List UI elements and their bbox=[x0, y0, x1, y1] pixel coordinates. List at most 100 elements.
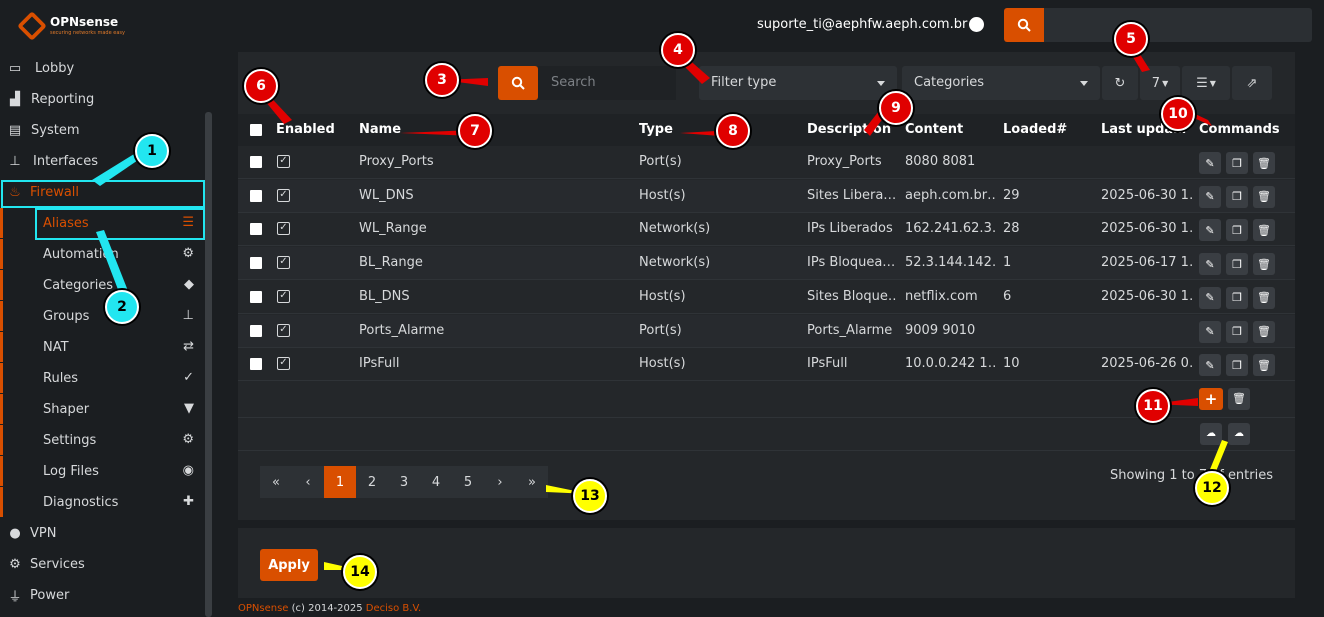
sidebar-subitem-rules[interactable]: Rules ✓ bbox=[0, 363, 204, 393]
cloud-download-icon: ☁ bbox=[1206, 428, 1216, 439]
sidebar-subitem-groups[interactable]: Groups ⊥ bbox=[0, 301, 204, 331]
table-row[interactable]: ✓ WL_Range Network(s) IPs Liberados 162.241.… bbox=[238, 213, 1295, 247]
page-button[interactable]: » bbox=[516, 466, 548, 498]
sidebar-item-lobby[interactable]: ▭ Lobby bbox=[0, 53, 204, 83]
top-search-input[interactable] bbox=[1044, 8, 1312, 42]
delete-button[interactable]: 🗑 bbox=[1253, 253, 1275, 276]
row-select-checkbox[interactable] bbox=[250, 189, 262, 202]
enabled-check-icon[interactable]: ✓ bbox=[277, 323, 290, 337]
edit-button[interactable]: ✎ bbox=[1199, 185, 1221, 208]
row-select-checkbox[interactable] bbox=[250, 156, 262, 168]
delete-button[interactable]: 🗑 bbox=[1253, 286, 1275, 309]
enabled-check-icon[interactable]: ✓ bbox=[277, 256, 290, 270]
page-button[interactable]: › bbox=[484, 466, 516, 498]
table-row[interactable]: ✓ IPsFull Host(s) IPsFull 10.0.0.242 1… 10 202… bbox=[238, 348, 1295, 382]
columns-button[interactable]: ☰ ▼ bbox=[1182, 66, 1230, 100]
sidebar-subitem-categories[interactable]: Categories ◆ bbox=[0, 270, 204, 300]
copy-button[interactable]: ❐ bbox=[1226, 152, 1248, 174]
page-button[interactable]: 4 bbox=[420, 466, 452, 498]
theme-toggle[interactable] bbox=[969, 17, 984, 32]
enabled-check-icon[interactable]: ✓ bbox=[277, 155, 290, 168]
search-button[interactable] bbox=[498, 66, 538, 100]
col-name[interactable]: Name bbox=[359, 122, 401, 137]
enabled-check-icon[interactable]: ✓ bbox=[277, 289, 290, 303]
page-button[interactable]: 5 bbox=[452, 466, 484, 498]
delete-button[interactable]: 🗑 bbox=[1253, 320, 1275, 343]
sidebar-item-services[interactable]: ⚙ Services bbox=[0, 549, 204, 579]
page-button[interactable]: ‹ bbox=[292, 466, 324, 498]
gear-icon: ⚙ bbox=[9, 556, 21, 572]
copy-button[interactable]: ❐ bbox=[1226, 253, 1248, 276]
copy-button[interactable]: ❐ bbox=[1226, 219, 1248, 242]
sidebar-subitem-settings[interactable]: Settings ⚙ bbox=[0, 425, 204, 455]
select-all-checkbox[interactable] bbox=[250, 124, 262, 136]
rows-per-page-button[interactable]: 7 ▼ bbox=[1140, 66, 1180, 100]
col-enabled[interactable]: Enabled bbox=[276, 122, 335, 137]
delete-selected-button[interactable]: 🗑 bbox=[1228, 388, 1250, 410]
sidebar-scrollbar[interactable] bbox=[205, 112, 212, 617]
aliases-panel: Search Filter type Categories ↻ 7 ▼ ☰ ▼ ⇗ … bbox=[238, 52, 1295, 520]
delete-button[interactable]: 🗑 bbox=[1253, 219, 1275, 242]
table-row[interactable]: ✓ Ports_Alarme Port(s) Ports_Alarme 9009 901… bbox=[238, 314, 1295, 348]
sidebar-subitem-nat[interactable]: NAT ⇄ bbox=[0, 332, 204, 362]
page-button[interactable]: 2 bbox=[356, 466, 388, 498]
table-row[interactable]: ✓ BL_DNS Host(s) Sites Bloque… netflix.com 6 2… bbox=[238, 281, 1295, 314]
copy-button[interactable]: ❐ bbox=[1226, 320, 1248, 343]
sidebar-item-power[interactable]: ⏚ Power bbox=[0, 580, 204, 610]
col-type[interactable]: Type bbox=[639, 122, 673, 137]
enabled-check-icon[interactable]: ✓ bbox=[277, 188, 290, 202]
edit-button[interactable]: ✎ bbox=[1199, 152, 1221, 174]
table-row[interactable]: ✓ WL_DNS Host(s) Sites Libera… aeph.com.br… 2… bbox=[238, 179, 1295, 213]
sidebar-item-reporting[interactable]: ▟ Reporting bbox=[0, 84, 204, 114]
col-content[interactable]: Content bbox=[905, 122, 963, 137]
refresh-button[interactable]: ↻ bbox=[1102, 66, 1138, 100]
row-select-checkbox[interactable] bbox=[250, 358, 262, 371]
sidebar-item-system[interactable]: ▤ System bbox=[0, 115, 204, 145]
sidebar-subitem-log-files[interactable]: Log Files ◉ bbox=[0, 456, 204, 486]
copy-button[interactable]: ❐ bbox=[1226, 354, 1248, 377]
sidebar-subitem-diagnostics[interactable]: Diagnostics ✚ bbox=[0, 487, 204, 517]
edit-button[interactable]: ✎ bbox=[1199, 253, 1221, 276]
categories-select[interactable]: Categories bbox=[902, 66, 1100, 100]
col-loaded[interactable]: Loaded# bbox=[1003, 122, 1067, 137]
page-button[interactable]: 1 bbox=[324, 466, 356, 498]
sidebar-item-interfaces[interactable]: ⊥ Interfaces bbox=[0, 146, 204, 176]
opnsense-logo[interactable]: OPNsense securing networks made easy bbox=[16, 11, 126, 43]
top-search-button[interactable] bbox=[1004, 8, 1044, 42]
footer-brand-link[interactable]: OPNsense bbox=[238, 603, 288, 614]
sidebar-subitem-shaper[interactable]: Shaper ▼ bbox=[0, 394, 204, 424]
table-row[interactable]: ✓ Proxy_Ports Port(s) Proxy_Ports 8080 8081 ✎… bbox=[238, 146, 1295, 179]
edit-button[interactable]: ✎ bbox=[1199, 286, 1221, 309]
edit-button[interactable]: ✎ bbox=[1199, 320, 1221, 343]
user-email[interactable]: suporte_ti@aephfw.aeph.com.br bbox=[757, 17, 967, 32]
edit-button[interactable]: ✎ bbox=[1199, 219, 1221, 242]
cell-name: BL_DNS bbox=[359, 288, 410, 304]
row-select-checkbox[interactable] bbox=[250, 324, 262, 337]
col-description[interactable]: Description bbox=[807, 122, 891, 137]
row-select-checkbox[interactable] bbox=[250, 290, 262, 303]
export-button[interactable]: ⇗ bbox=[1232, 66, 1272, 100]
delete-button[interactable]: 🗑 bbox=[1253, 354, 1275, 377]
apply-button[interactable]: Apply bbox=[260, 549, 318, 581]
copy-button[interactable]: ❐ bbox=[1226, 185, 1248, 208]
edit-button[interactable]: ✎ bbox=[1199, 354, 1221, 377]
enabled-check-icon[interactable]: ✓ bbox=[277, 222, 290, 236]
aliases-highlight-box bbox=[35, 208, 205, 240]
delete-button[interactable]: 🗑 bbox=[1253, 152, 1275, 174]
sidebar-item-vpn[interactable]: ● VPN bbox=[0, 518, 204, 548]
row-select-checkbox[interactable] bbox=[250, 257, 262, 270]
sidebar-subitem-automation[interactable]: Automation ⚙ bbox=[0, 239, 204, 269]
download-button[interactable]: ☁ bbox=[1200, 423, 1222, 445]
copy-button[interactable]: ❐ bbox=[1226, 286, 1248, 309]
page-button[interactable]: 3 bbox=[388, 466, 420, 498]
filter-type-select[interactable]: Filter type bbox=[699, 66, 897, 100]
add-button[interactable]: + bbox=[1199, 388, 1223, 410]
table-row[interactable]: ✓ BL_Range Network(s) IPs Bloquea… 52.3.144.… bbox=[238, 247, 1295, 281]
search-input[interactable]: Search bbox=[538, 66, 676, 100]
row-select-checkbox[interactable] bbox=[250, 223, 262, 236]
delete-button[interactable]: 🗑 bbox=[1253, 185, 1275, 208]
enabled-check-icon[interactable]: ✓ bbox=[277, 357, 290, 371]
page-button[interactable]: « bbox=[260, 466, 292, 498]
footer-company-link[interactable]: Deciso B.V. bbox=[366, 603, 421, 614]
upload-button[interactable]: ☁ bbox=[1228, 423, 1250, 445]
